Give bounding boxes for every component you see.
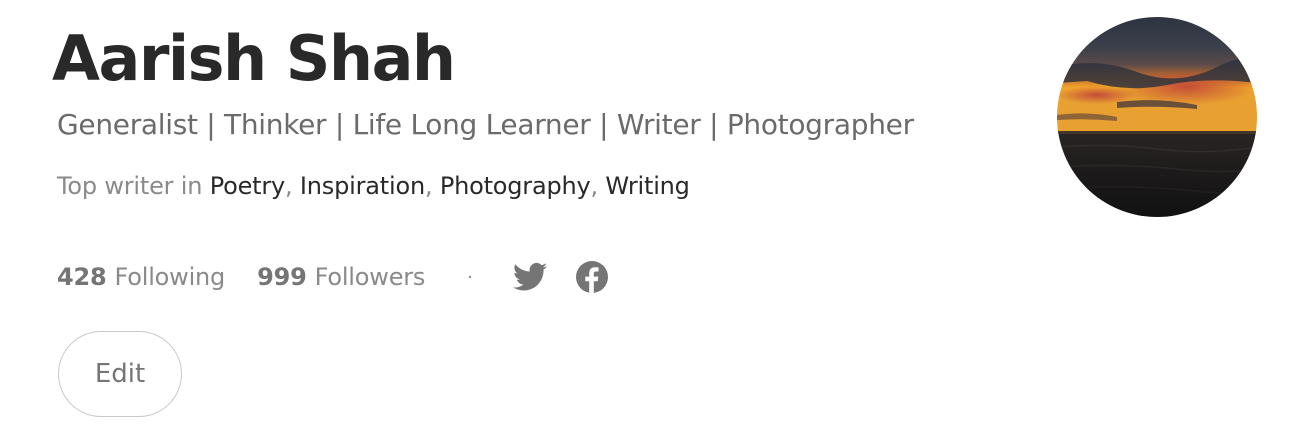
profile-header: Aarish Shah Generalist | Thinker | Life … (0, 0, 1302, 445)
top-writer-line: Top writer in Poetry, Inspiration, Photo… (57, 170, 690, 202)
followers-label: Followers (314, 263, 426, 291)
profile-bio: Generalist | Thinker | Life Long Learner… (57, 108, 914, 141)
topic-link-writing[interactable]: Writing (605, 172, 690, 200)
topic-link-photography[interactable]: Photography (440, 172, 591, 200)
followers-link[interactable]: 999 Followers (257, 263, 425, 291)
edit-profile-button[interactable]: Edit (58, 331, 182, 417)
following-link[interactable]: 428 Following (57, 263, 225, 291)
topic-separator: , (285, 172, 300, 200)
followers-count: 999 (257, 263, 307, 291)
profile-name: Aarish Shah (52, 22, 456, 95)
following-label: Following (114, 263, 226, 291)
avatar[interactable] (1057, 17, 1257, 217)
twitter-icon[interactable] (512, 260, 547, 294)
topic-link-inspiration[interactable]: Inspiration (300, 172, 425, 200)
following-count: 428 (57, 263, 107, 291)
facebook-icon[interactable] (575, 260, 609, 294)
topic-separator: , (590, 172, 606, 200)
topic-separator: , (424, 172, 440, 200)
sunset-over-sea-photo (1057, 17, 1257, 217)
profile-stats: 428 Following 999 Followers · (57, 256, 609, 298)
stats-separator-dot: · (467, 266, 473, 288)
top-writer-prefix: Top writer in (57, 172, 210, 200)
topic-link-poetry[interactable]: Poetry (210, 172, 286, 200)
